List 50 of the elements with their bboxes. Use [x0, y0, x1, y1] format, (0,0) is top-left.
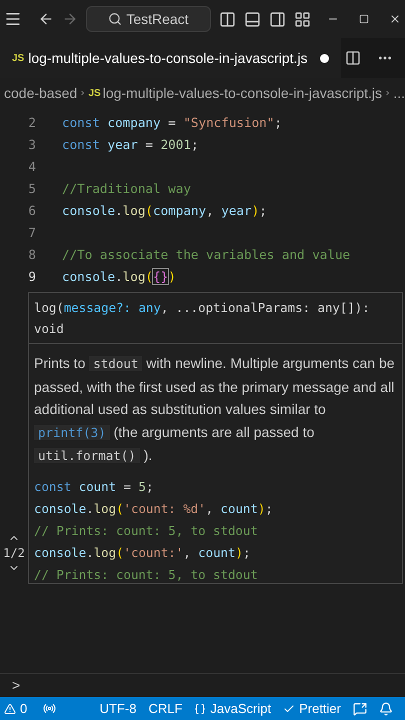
layout-icon[interactable]	[294, 10, 311, 28]
code-line: //Traditional way	[62, 180, 191, 198]
sidebar-toggle-icon[interactable]	[219, 10, 236, 28]
tab-label: log-multiple-values-to-console-in-javascript.js	[28, 48, 308, 68]
js-file-icon: JS	[12, 50, 24, 66]
line-number: 8	[27, 246, 37, 264]
maximize-icon[interactable]	[359, 14, 369, 24]
line-number: 2	[27, 114, 37, 132]
line-number: 3	[27, 136, 37, 154]
braces-icon	[194, 702, 206, 714]
problems-count[interactable]: 0	[4, 698, 28, 718]
panel-toggle-icon[interactable]	[244, 10, 261, 28]
feedback-icon[interactable]	[353, 702, 367, 716]
search-icon	[108, 12, 122, 26]
code-line: const company = "Syncfusion";	[62, 114, 282, 132]
breadcrumb-more[interactable]: ...	[393, 82, 405, 104]
code-line: // Prints: count: 5, to stdout	[34, 522, 258, 540]
line-number: 5	[27, 180, 37, 198]
close-icon[interactable]	[389, 13, 401, 25]
line-number: 9	[27, 268, 37, 286]
warning-icon	[4, 702, 16, 714]
code-line: console.log('count: %d', count);	[34, 500, 273, 518]
status-item[interactable]: UTF-8	[100, 698, 136, 718]
js-file-icon: JS	[88, 86, 101, 100]
formatter-status[interactable]: Prettier	[283, 698, 341, 718]
line-number: 7	[27, 224, 37, 242]
secondary-sidebar-icon[interactable]	[269, 10, 286, 28]
search-field[interactable]: TestReact	[86, 6, 211, 32]
line-number: 6	[27, 202, 37, 220]
terminal-prompt: >	[12, 676, 20, 695]
code-line: console.log('count:', count);	[34, 544, 250, 562]
breadcrumb-folder[interactable]: code-based	[0, 82, 78, 104]
signature: log(message?: any, ...optionalParams: any[]): void	[29, 293, 402, 344]
broadcast-icon[interactable]	[43, 702, 56, 715]
code-line: //To associate the variables and value	[62, 246, 350, 264]
status-item[interactable]: CRLF	[148, 698, 182, 718]
language-mode[interactable]: JavaScript	[194, 698, 272, 718]
line-number: 4	[27, 158, 37, 176]
code-line: console.log(company, year);	[62, 202, 267, 220]
description: Prints to stdout with newline. Multiple arguments can be passed, with the first used as the primary message and all additional used as substitution values similar to printf(3) (the arguments are all passed to util.format() ).	[33, 354, 396, 465]
breadcrumb-file[interactable]: log-multiple-values-to-console-in-javascript.js	[102, 82, 382, 104]
overload-counter: 1/2	[3, 545, 25, 562]
code-line: console.log({})	[62, 268, 176, 286]
code-line: const count = 5;	[34, 478, 154, 496]
code-line: const year = 2001;	[62, 136, 199, 154]
code-line: // Prints: count: 5, to stdout	[34, 566, 258, 583]
check-icon	[283, 702, 296, 714]
editor-tab[interactable]: JS log-multiple-values-to-console-in-javascript.js	[0, 38, 341, 78]
bell-icon[interactable]	[379, 702, 393, 716]
split-editor-icon[interactable]	[345, 50, 361, 66]
